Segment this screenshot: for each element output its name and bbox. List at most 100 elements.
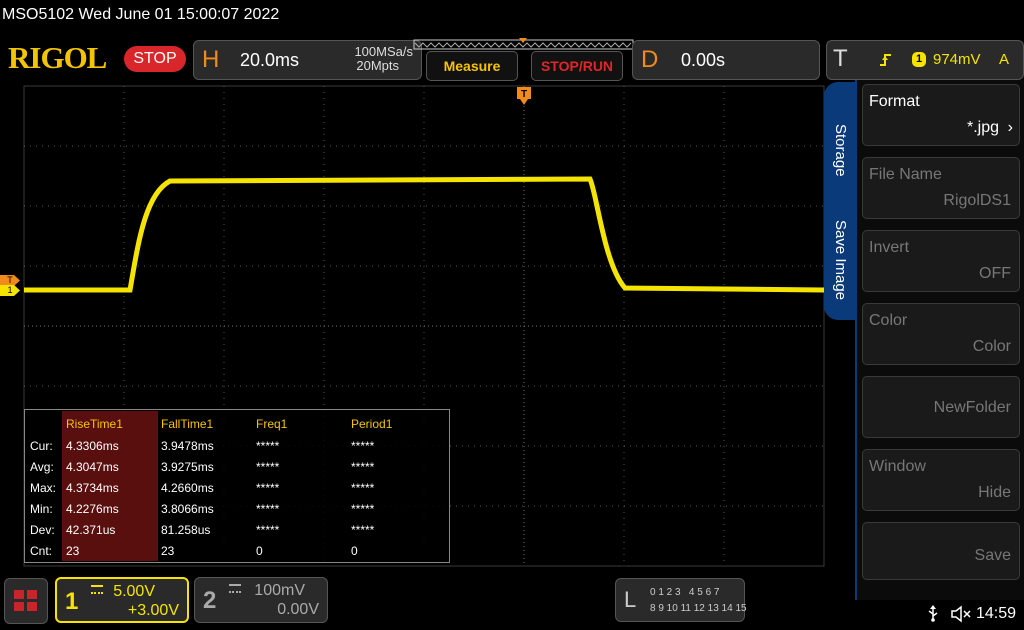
memory-depth: 20Mpts: [356, 58, 399, 73]
menu-value: *.jpg: [966, 119, 999, 136]
timebase-value: 20.0ms: [240, 50, 300, 70]
menu-label: Color: [869, 312, 908, 329]
trigger-channel-badge: 1: [912, 52, 926, 67]
column-header: RiseTime1: [66, 417, 123, 431]
table-cell: *****: [256, 460, 280, 474]
dc-coupling-icon: [229, 584, 241, 593]
measurement-table: RiseTime1 FallTime1 Freq1 Period1 Cur: 4…: [24, 409, 450, 563]
invert-button[interactable]: Invert OFF: [862, 230, 1020, 292]
delay-panel[interactable]: D 0.00s: [632, 40, 820, 80]
table-cell: 4.3734ms: [66, 481, 119, 495]
svg-text:T: T: [521, 89, 527, 100]
table-cell: *****: [351, 439, 375, 453]
table-cell: 4.2276ms: [66, 502, 119, 516]
window-button[interactable]: Window Hide: [862, 449, 1020, 511]
column-header: FallTime1: [161, 417, 214, 431]
table-cell: *****: [256, 523, 280, 537]
measure-button[interactable]: Measure: [426, 51, 518, 81]
table-cell: 4.3306ms: [66, 439, 119, 453]
row-label: Cnt:: [30, 544, 53, 558]
table-cell: 3.9275ms: [161, 460, 214, 474]
table-cell: *****: [256, 439, 280, 453]
channel-2-panel[interactable]: 2 100mV 0.00V: [194, 577, 328, 623]
row-label: Dev:: [30, 523, 55, 537]
new-folder-button[interactable]: NewFolder: [862, 376, 1020, 438]
trigger-mode: A: [999, 51, 1010, 68]
la-channels-row1: 0 1 2 3 4 5 6 7: [650, 587, 720, 598]
tab-save-image[interactable]: Save Image: [826, 210, 854, 310]
memory-position-bar: [413, 38, 634, 50]
horizontal-panel[interactable]: H 20.0ms 100MSa/s 20Mpts: [193, 40, 422, 80]
menu-label: Window: [869, 458, 926, 475]
speaker-muted-icon[interactable]: [950, 605, 972, 623]
channel-1-marker-label: 1: [7, 285, 13, 295]
channel-1-number: 1: [65, 588, 79, 615]
trigger-panel[interactable]: T 1 974mV A: [826, 40, 1024, 80]
format-button[interactable]: Format *.jpg ›: [862, 84, 1020, 146]
delay-value: 0.00s: [681, 50, 726, 70]
table-cell: 81.258us: [161, 523, 211, 537]
table-cell: 23: [161, 544, 175, 558]
trigger-level: 974mV: [933, 51, 981, 68]
table-cell: *****: [351, 481, 375, 495]
menu-label: Invert: [869, 239, 910, 256]
menu-value: OFF: [979, 265, 1011, 282]
menu-value: Save: [974, 547, 1011, 564]
column-header: Period1: [351, 417, 393, 431]
table-cell: 3.9478ms: [161, 439, 214, 453]
menu-value: Hide: [978, 484, 1011, 501]
channel-2-scale: 100mV: [254, 582, 305, 599]
tab-storage[interactable]: Storage: [826, 100, 854, 200]
h-letter: H: [202, 46, 220, 73]
table-cell: 0: [351, 544, 358, 558]
table-cell: *****: [351, 502, 375, 516]
usb-icon: [928, 605, 938, 622]
la-letter: L: [624, 587, 637, 612]
table-cell: 3.8066ms: [161, 502, 214, 516]
clock: 14:59: [976, 605, 1017, 622]
menu-value: NewFolder: [933, 399, 1011, 416]
table-cell: 23: [66, 544, 80, 558]
channel-2-offset: 0.00V: [277, 601, 319, 618]
table-cell: *****: [256, 502, 280, 516]
save-button[interactable]: Save: [862, 522, 1020, 580]
t-letter: T: [833, 45, 848, 72]
rigol-logo: RIGOL: [8, 40, 107, 75]
table-cell: 0: [256, 544, 263, 558]
row-label: Min:: [30, 502, 53, 516]
model-datetime: MSO5102 Wed June 01 15:00:07 2022: [2, 6, 280, 23]
home-button[interactable]: [4, 578, 48, 624]
row-label: Cur:: [30, 439, 53, 453]
rising-edge-icon: [880, 54, 891, 66]
row-label: Avg:: [30, 460, 54, 474]
channel-2-number: 2: [203, 587, 217, 614]
color-button[interactable]: Color Color: [862, 303, 1020, 365]
menu-value: Color: [972, 338, 1011, 355]
menu-value: RigolDS1: [943, 192, 1011, 209]
grid-menu-icon: [14, 590, 37, 611]
menu-label: Format: [869, 93, 920, 110]
row-label: Max:: [30, 481, 57, 495]
table-cell: *****: [351, 460, 375, 474]
channel-1-offset: +3.00V: [127, 602, 179, 619]
run-state-badge[interactable]: STOP: [124, 46, 186, 72]
stop-run-button[interactable]: STOP/RUN: [531, 51, 623, 81]
table-cell: *****: [256, 481, 280, 495]
dc-coupling-icon: [91, 585, 103, 594]
la-channels-row2: 8 9 10 11 12 13 14 15: [650, 603, 747, 614]
channel-1-scale: 5.00V: [113, 583, 155, 600]
table-cell: 4.2660ms: [161, 481, 214, 495]
table-cell: 4.3047ms: [66, 460, 119, 474]
d-letter: D: [641, 46, 659, 73]
logic-analyzer-panel[interactable]: L 0 1 2 3 4 5 6 7 8 9 10 11 12 13 14 15: [615, 578, 747, 622]
trigger-position-icon[interactable]: T: [516, 87, 532, 107]
file-name-button[interactable]: File Name RigolDS1: [862, 157, 1020, 219]
table-cell: 42.371us: [66, 523, 116, 537]
channel-1-panel[interactable]: 1 5.00V +3.00V: [55, 577, 189, 623]
trigger-marker-label: T: [7, 275, 13, 285]
channel-1-waveform: [24, 176, 825, 293]
chevron-right-icon: ›: [1007, 119, 1013, 136]
column-header: Freq1: [256, 417, 288, 431]
table-cell: *****: [351, 523, 375, 537]
sample-rate: 100MSa/s: [354, 44, 413, 59]
